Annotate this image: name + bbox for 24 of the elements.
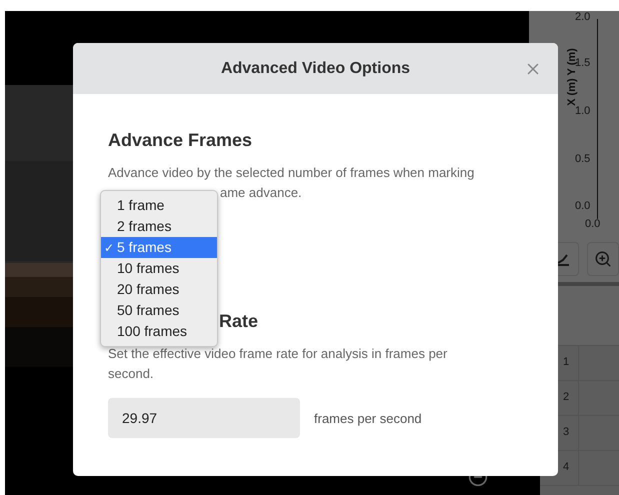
dialog-title: Advanced Video Options xyxy=(220,60,410,78)
axis-tick-label: 1.0 xyxy=(575,105,590,117)
unit-label: frames per second xyxy=(314,410,422,426)
dropdown-option[interactable]: 10 frames xyxy=(101,258,217,279)
dropdown-option[interactable]: 1 frame xyxy=(101,195,217,216)
description-text: second. xyxy=(108,365,154,383)
check-mark: ✓ xyxy=(103,240,115,257)
dropdown-option[interactable]: 20 frames xyxy=(101,279,217,300)
axis-tick-label: 2.0 xyxy=(575,11,590,23)
section-heading: Rate xyxy=(219,311,258,332)
axis-tick-label: 1.5 xyxy=(575,57,590,69)
frame-rate-field[interactable]: 29.97 xyxy=(108,398,300,438)
description-text: ame advance. xyxy=(220,184,302,202)
dropdown-option[interactable]: 2 frames xyxy=(101,216,217,237)
axis-tick-label: 0.5 xyxy=(575,153,590,165)
section-heading: Advance Frames xyxy=(108,130,252,151)
dropdown-option[interactable]: 100 frames xyxy=(101,321,217,342)
dropdown-option[interactable]: ✓ 5 frames xyxy=(101,237,217,258)
dropdown-option[interactable]: 50 frames xyxy=(101,300,217,321)
axis-tick-label: 0.0 xyxy=(585,218,600,230)
axis-tick-label: 0.0 xyxy=(575,200,590,212)
description-text: Set the effective video frame rate for analysis in frames per xyxy=(108,345,448,363)
description-text: Advance video by the selected number of frames when marking xyxy=(108,164,474,182)
zoom-icon[interactable] xyxy=(587,242,619,276)
